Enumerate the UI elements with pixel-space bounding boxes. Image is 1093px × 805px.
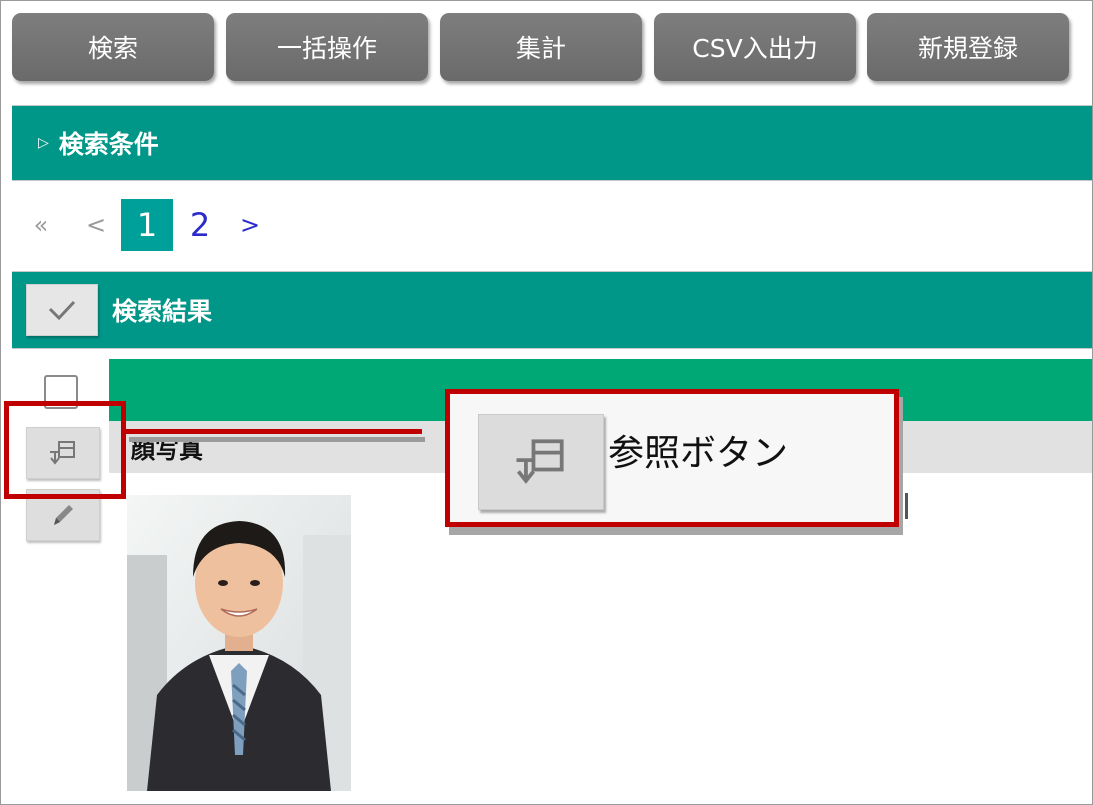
photo-column-label: 顔写真 — [131, 435, 203, 464]
check-all-button[interactable] — [26, 284, 98, 336]
results-header: 検索結果 — [12, 271, 1092, 349]
checkmark-icon — [48, 300, 76, 321]
highlight-box — [4, 401, 126, 499]
prev-page-link[interactable]: < — [81, 199, 111, 251]
next-page-link[interactable]: > — [235, 199, 265, 251]
connector-line — [126, 429, 422, 434]
callout-button-sample — [478, 414, 604, 510]
value-fragment — [905, 493, 908, 519]
triangle-right-icon: ▷ — [38, 135, 49, 151]
search-conditions-toggle[interactable]: ▷ 検索条件 — [12, 105, 1092, 181]
bulk-operation-button[interactable]: 一括操作 — [226, 13, 428, 81]
person-photo — [127, 495, 351, 791]
search-button[interactable]: 検索 — [12, 13, 214, 81]
aggregate-button[interactable]: 集計 — [440, 13, 642, 81]
pencil-icon — [54, 505, 73, 525]
annotation-callout: 参照ボタン — [445, 389, 899, 527]
results-label: 検索結果 — [112, 297, 213, 326]
view-detail-icon — [516, 439, 564, 484]
app-frame: 検索 一括操作 集計 CSV入出力 新規登録 ▷ 検索条件 « < 1 2 > … — [0, 0, 1093, 805]
first-page-link[interactable]: « — [23, 199, 59, 251]
search-conditions-label: 検索条件 — [58, 130, 159, 159]
callout-label: 参照ボタン — [608, 433, 789, 474]
page-2-link[interactable]: 2 — [179, 199, 221, 251]
current-page: 1 — [121, 199, 173, 251]
new-registration-button[interactable]: 新規登録 — [867, 13, 1069, 81]
connector-shadow — [129, 437, 425, 442]
pagination: « < 1 2 > — [1, 199, 301, 251]
csv-io-button[interactable]: CSV入出力 — [654, 13, 856, 81]
